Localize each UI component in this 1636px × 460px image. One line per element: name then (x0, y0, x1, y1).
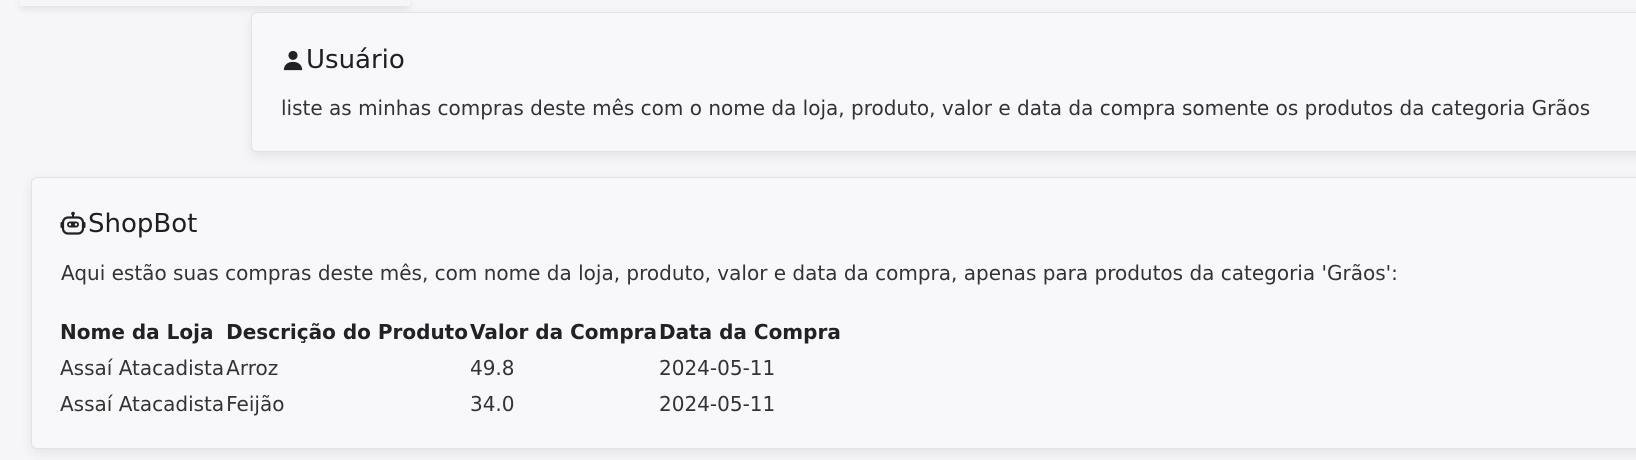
column-header-product: Descrição do Produto (226, 320, 468, 344)
user-icon (282, 49, 304, 71)
robot-icon (60, 211, 86, 237)
bot-author-label: ShopBot (88, 209, 198, 239)
column-header-value: Valor da Compra (469, 320, 657, 344)
table-row: Assaí Atacadista Arroz 49.8 2024-05-11 (60, 350, 843, 386)
bot-message-header: ShopBot (60, 211, 197, 237)
cell-date: 2024-05-11 (659, 356, 776, 380)
user-message-card: Usuário liste as minhas compras deste mê… (251, 12, 1636, 152)
cell-store: Assaí Atacadista (60, 356, 225, 380)
table-header-row: Nome da Loja Descrição do Produto Valor … (60, 314, 843, 350)
bot-intro-text: Aqui estão suas compras deste mês, com n… (61, 261, 1398, 285)
user-message-header: Usuário (282, 47, 405, 73)
column-header-date: Data da Compra (659, 320, 841, 344)
cell-date: 2024-05-11 (659, 392, 776, 416)
user-message-text: liste as minhas compras deste mês com o … (281, 96, 1591, 120)
previous-card-edge (20, 0, 410, 6)
bot-message-card: ShopBot Aqui estão suas compras deste mê… (31, 177, 1636, 449)
cell-product: Arroz (226, 356, 279, 380)
table-row: Assaí Atacadista Feijão 34.0 2024-05-11 (60, 386, 843, 422)
user-author-label: Usuário (306, 45, 405, 75)
cell-value: 49.8 (469, 356, 515, 380)
cell-product: Feijão (226, 392, 285, 416)
column-header-store: Nome da Loja (60, 320, 214, 344)
cell-store: Assaí Atacadista (60, 392, 225, 416)
cell-value: 34.0 (469, 392, 515, 416)
purchases-table: Nome da Loja Descrição do Produto Valor … (60, 314, 843, 422)
